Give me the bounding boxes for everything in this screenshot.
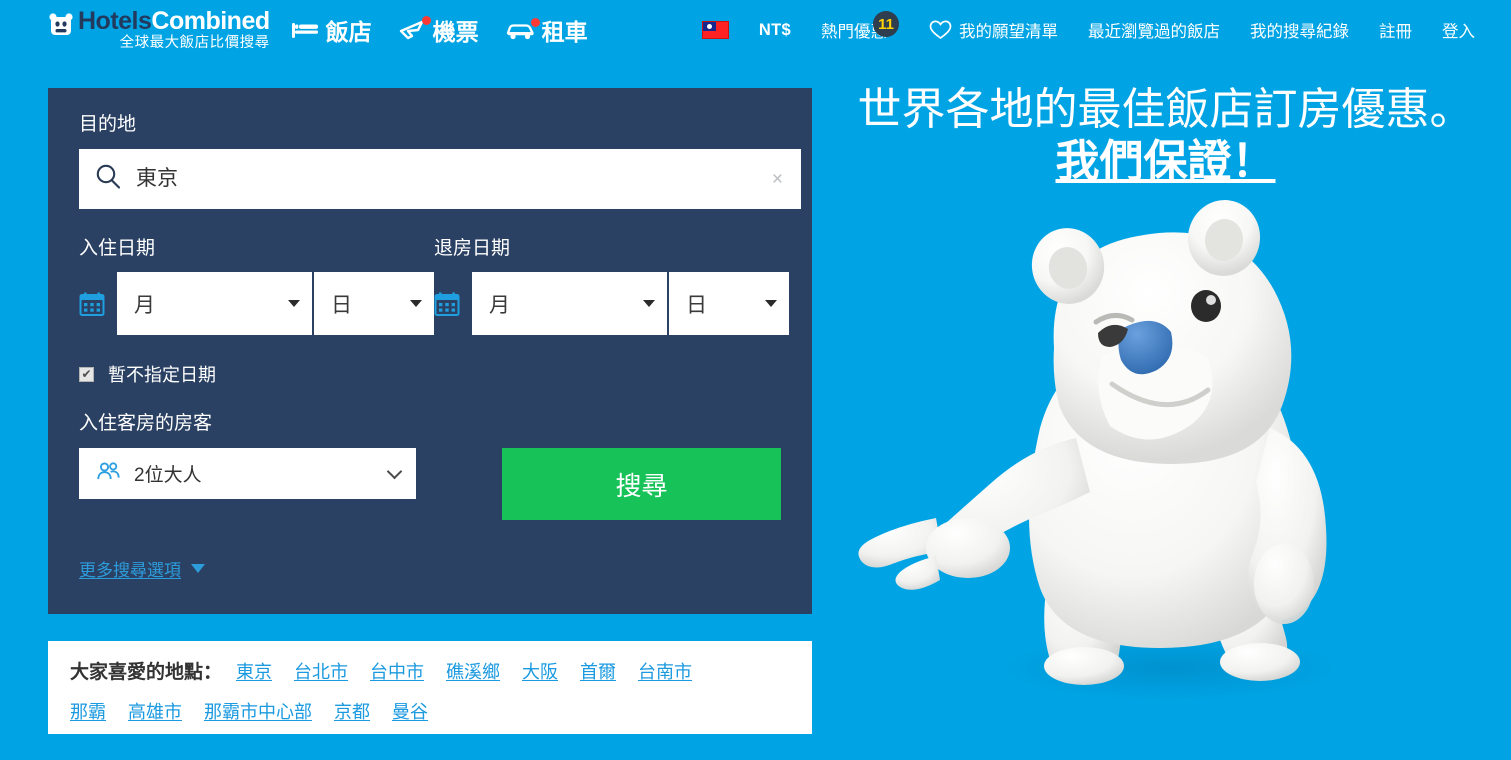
guests-value: 2位大人 [134, 465, 202, 486]
popular-row-1: 大家喜愛的地點： 東京 台北市 台中市 礁溪鄉 大阪 首爾 台南市 [70, 657, 790, 684]
nav-label-carhire: 租車 [541, 19, 588, 45]
more-options-label: 更多搜尋選項 [79, 561, 181, 580]
guests-label: 入住客房的房客 [79, 413, 213, 434]
popular-link[interactable]: 大阪 [522, 658, 558, 684]
checkin-month-select[interactable]: 月 [117, 272, 312, 335]
language-flag-button[interactable] [701, 21, 729, 39]
chevron-down-icon [765, 300, 777, 307]
hero-headline: 世界各地的最佳飯店訂房優惠。我們保證！ [846, 84, 1486, 188]
popular-link[interactable]: 曼谷 [392, 698, 428, 724]
destination-label: 目的地 [79, 114, 137, 135]
search-button[interactable]: 搜尋 [502, 448, 781, 520]
nav-label-flights: 機票 [432, 19, 479, 45]
dates-row: 入住日期 月 日 退房日期 月 日 [79, 238, 789, 335]
nav-label-hotels: 飯店 [325, 19, 372, 45]
popular-link[interactable]: 礁溪鄉 [446, 658, 500, 684]
chevron-down-icon [410, 300, 422, 307]
popular-link[interactable]: 東京 [236, 658, 272, 684]
destination-input[interactable]: 東京 [136, 167, 768, 191]
checkout-day-value: 日 [686, 293, 707, 317]
checkout-label: 退房日期 [434, 238, 511, 259]
logo-word-combined: Combined [151, 7, 270, 35]
nav-item-flights[interactable]: 機票 [399, 13, 479, 47]
logo-wordmark: HotelsCombined [78, 8, 270, 35]
logo-tagline: 全球最大飯店比價搜尋 [119, 35, 270, 51]
search-icon [95, 163, 122, 195]
chevron-down-icon [643, 300, 655, 307]
checkin-day-value: 日 [331, 293, 352, 317]
popular-row-2: 那霸 高雄市 那霸市中心部 京都 曼谷 [70, 698, 790, 724]
recently-viewed-link[interactable]: 最近瀏覽過的飯店 [1088, 18, 1220, 42]
wishlist-link[interactable]: 我的願望清單 [929, 18, 1058, 42]
heart-icon [929, 20, 952, 40]
carhire-new-dot [530, 17, 540, 27]
no-dates-checkbox[interactable]: ✔ [79, 366, 94, 382]
plane-icon [399, 16, 431, 41]
search-history-link[interactable]: 我的搜尋紀錄 [1250, 18, 1349, 42]
guests-select[interactable]: 2位大人 [79, 448, 417, 499]
bed-icon [291, 21, 319, 40]
polar-bear-mascot [840, 188, 1500, 708]
no-dates-label: 暫不指定日期 [108, 365, 216, 385]
flights-new-dot [421, 16, 431, 25]
car-icon [506, 17, 540, 40]
destination-field[interactable]: 東京 × [79, 149, 801, 209]
checkout-month-value: 月 [489, 293, 510, 317]
checkin-day-select[interactable]: 日 [314, 272, 434, 335]
chevron-down-icon [288, 300, 300, 307]
currency-selector[interactable]: NT$ [759, 21, 791, 40]
clear-destination-icon[interactable]: × [768, 168, 787, 191]
chevron-down-icon [386, 463, 403, 479]
popular-link[interactable]: 台中市 [370, 658, 424, 684]
hero-headline-normal: 世界各地的最佳飯店訂房優惠。 [857, 85, 1474, 134]
checkout-group: 退房日期 月 日 [434, 238, 789, 335]
site-header: HotelsCombined 全球最大飯店比價搜尋 飯店 機票 租車 NT$ 熱… [0, 0, 1511, 60]
popular-link[interactable]: 台南市 [638, 658, 692, 684]
popular-destinations-box: 大家喜愛的地點： 東京 台北市 台中市 礁溪鄉 大阪 首爾 台南市 那霸 高雄市… [48, 641, 812, 734]
checkout-month-select[interactable]: 月 [472, 272, 667, 335]
login-link[interactable]: 登入 [1442, 18, 1475, 42]
popular-link[interactable]: 京都 [334, 698, 370, 724]
calendar-icon[interactable] [79, 291, 105, 317]
popular-link[interactable]: 那霸市中心部 [204, 698, 312, 724]
secondary-nav: NT$ 熱門優惠 11 我的願望清單 最近瀏覽過的飯店 我的搜尋紀錄 註冊 登入 [672, 11, 1475, 42]
popular-link[interactable]: 首爾 [580, 658, 616, 684]
popular-link[interactable]: 高雄市 [128, 698, 182, 724]
wishlist-label: 我的願望清單 [959, 23, 1058, 41]
site-logo[interactable]: HotelsCombined 全球最大飯店比價搜尋 [48, 8, 270, 52]
deals-count-badge: 11 [873, 11, 899, 37]
no-dates-row[interactable]: ✔ 暫不指定日期 [79, 361, 781, 387]
nav-item-carhire[interactable]: 租車 [506, 13, 588, 47]
hero-headline-bold: 我們保證！ [1055, 137, 1276, 186]
logo-word-hotels: Hotels [78, 7, 152, 35]
checkout-day-select[interactable]: 日 [669, 272, 789, 335]
checkin-label: 入住日期 [79, 238, 156, 259]
chevron-down-icon [191, 564, 205, 573]
more-options-toggle[interactable]: 更多搜尋選項 [79, 556, 781, 581]
checkin-group: 入住日期 月 日 [79, 238, 434, 335]
primary-nav: 飯店 機票 租車 [291, 13, 615, 47]
checkmark-icon: ✔ [81, 367, 92, 381]
register-link[interactable]: 註冊 [1379, 18, 1412, 42]
popular-title: 大家喜愛的地點： [70, 662, 223, 683]
popular-link[interactable]: 台北市 [294, 658, 348, 684]
bear-logo-icon [48, 13, 74, 37]
deals-link[interactable]: 熱門優惠 11 [821, 11, 899, 42]
nav-item-hotels[interactable]: 飯店 [291, 13, 372, 47]
popular-link[interactable]: 那霸 [70, 698, 106, 724]
search-panel: 目的地 東京 × 入住日期 月 日 退房日期 月 日 ✔ 暫不指定日期 入住客房… [48, 88, 812, 614]
hero-section: 世界各地的最佳飯店訂房優惠。我們保證！ [820, 70, 1511, 760]
checkin-month-value: 月 [134, 293, 155, 317]
people-icon [96, 461, 121, 486]
calendar-icon[interactable] [434, 291, 460, 317]
taiwan-flag-icon [701, 21, 729, 39]
